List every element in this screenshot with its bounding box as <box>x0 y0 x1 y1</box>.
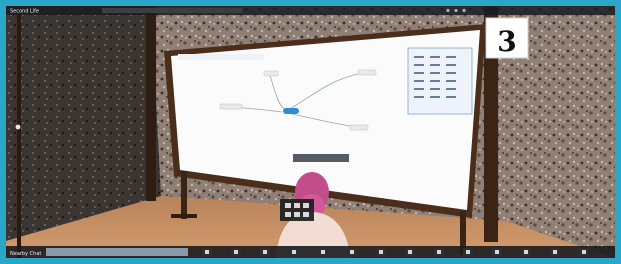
mindmap-node[interactable] <box>219 103 243 110</box>
backward-button[interactable] <box>294 212 300 217</box>
places-icon <box>466 250 470 254</box>
forward-button[interactable] <box>294 203 300 208</box>
location-pin-icon[interactable] <box>15 124 21 130</box>
board-caption <box>293 154 349 162</box>
mindmap-side-panel <box>407 47 473 115</box>
mindmap-node[interactable] <box>263 70 279 77</box>
build-icon <box>553 250 557 254</box>
movement-controls[interactable] <box>280 199 314 221</box>
snapshot-icon <box>495 250 499 254</box>
window-title: Second Life <box>10 9 39 15</box>
mindmap-toolbar <box>178 54 264 60</box>
turn-left-button[interactable] <box>285 203 291 208</box>
board-foot-left <box>171 214 197 218</box>
strafe-right-button[interactable] <box>303 212 309 217</box>
camera-icon <box>321 250 325 254</box>
chat-input[interactable] <box>46 248 188 256</box>
location-bar[interactable] <box>102 8 242 13</box>
mindmap-node[interactable] <box>349 124 369 131</box>
avatar-icon <box>205 250 209 254</box>
status-icon <box>454 8 458 13</box>
corner-post <box>146 6 156 201</box>
map-icon <box>350 250 354 254</box>
scene: 3 Second Life Nearby Chat <box>6 6 615 258</box>
turn-right-button[interactable] <box>303 203 309 208</box>
walk-icon <box>263 250 267 254</box>
top-bar <box>6 6 615 15</box>
mindmap-node[interactable] <box>357 69 377 76</box>
board-leg-left <box>181 171 187 219</box>
status-icon <box>446 8 450 13</box>
number-sign-text: 3 <box>497 25 516 58</box>
strafe-left-button[interactable] <box>285 212 291 217</box>
gesture-icon <box>234 250 238 254</box>
people-icon <box>437 250 441 254</box>
voice-icon <box>524 250 528 254</box>
mindmap-center-node[interactable] <box>283 108 299 114</box>
fly-icon <box>292 250 296 254</box>
minimap-icon <box>379 250 383 254</box>
chat-label: Nearby Chat <box>10 251 41 257</box>
search-icon <box>408 250 412 254</box>
status-icon <box>462 8 466 13</box>
settings-icon <box>582 250 586 254</box>
left-edge-post <box>17 6 21 258</box>
